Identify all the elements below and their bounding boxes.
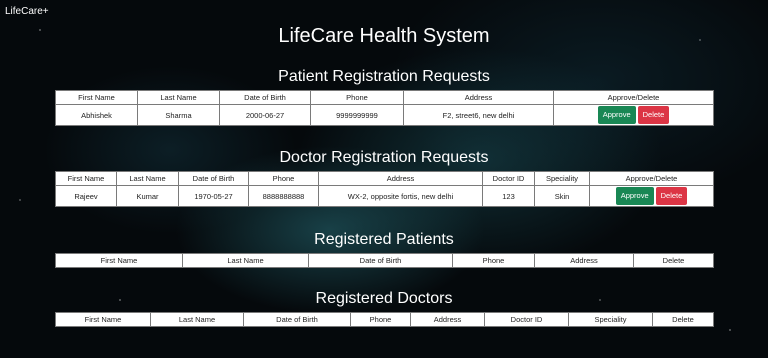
cell-speciality: Skin: [534, 185, 590, 207]
column-header: Date of Birth: [243, 312, 351, 327]
table-header-row: First Name Last Name Date of Birth Phone…: [55, 90, 714, 105]
column-header: Address: [534, 253, 634, 268]
registered-patients-heading: Registered Patients: [314, 231, 454, 248]
column-header: Delete: [652, 312, 714, 327]
approve-button[interactable]: Approve: [615, 187, 654, 205]
column-header: Address: [410, 312, 485, 327]
cell-dob: 2000-06-27: [219, 104, 311, 126]
cell-phone: 8888888888: [248, 185, 319, 207]
column-header: Speciality: [568, 312, 653, 327]
table-row: Abhishek Sharma 2000-06-27 9999999999 F2…: [55, 104, 714, 126]
cell-doctor-id: 123: [482, 185, 535, 207]
cell-address: F2, street6, new delhi: [403, 104, 554, 126]
column-header: Doctor ID: [484, 312, 569, 327]
delete-button[interactable]: Delete: [655, 187, 688, 205]
registered-doctors-table: First Name Last Name Date of Birth Phone…: [55, 312, 714, 327]
delete-button[interactable]: Delete: [637, 106, 670, 124]
column-header: Approve/Delete: [553, 90, 714, 105]
registered-doctors-heading: Registered Doctors: [315, 290, 453, 307]
column-header: Last Name: [182, 253, 309, 268]
column-header: Doctor ID: [482, 171, 535, 186]
cell-first-name: Rajeev: [55, 185, 117, 207]
doctor-requests-heading: Doctor Registration Requests: [279, 149, 489, 166]
column-header: First Name: [55, 171, 117, 186]
column-header: First Name: [55, 253, 183, 268]
doctor-requests-table: First Name Last Name Date of Birth Phone…: [55, 171, 714, 207]
column-header: Delete: [633, 253, 714, 268]
registered-patients-table: First Name Last Name Date of Birth Phone…: [55, 253, 714, 268]
column-header: Last Name: [116, 171, 179, 186]
cell-last-name: Kumar: [116, 185, 179, 207]
cell-dob: 1970-05-27: [178, 185, 249, 207]
column-header: Date of Birth: [219, 90, 311, 105]
cell-phone: 9999999999: [310, 104, 404, 126]
column-header: Speciality: [534, 171, 590, 186]
column-header: Last Name: [150, 312, 244, 327]
column-header: Phone: [452, 253, 535, 268]
cell-address: WX-2, opposite fortis, new delhi: [318, 185, 483, 207]
table-row: Rajeev Kumar 1970-05-27 8888888888 WX-2,…: [55, 185, 714, 207]
column-header: Date of Birth: [308, 253, 453, 268]
column-header: First Name: [55, 90, 138, 105]
column-header: Phone: [350, 312, 411, 327]
column-header: Address: [318, 171, 483, 186]
patient-requests-heading: Patient Registration Requests: [278, 68, 490, 85]
table-header-row: First Name Last Name Date of Birth Phone…: [55, 171, 714, 186]
column-header: Date of Birth: [178, 171, 249, 186]
column-header: Address: [403, 90, 554, 105]
column-header: First Name: [55, 312, 151, 327]
cell-last-name: Sharma: [137, 104, 220, 126]
cell-actions: Approve Delete: [553, 104, 714, 126]
cell-actions: Approve Delete: [589, 185, 714, 207]
column-header: Approve/Delete: [589, 171, 714, 186]
patient-requests-table: First Name Last Name Date of Birth Phone…: [55, 90, 714, 126]
table-header-row: First Name Last Name Date of Birth Phone…: [55, 253, 714, 268]
column-header: Last Name: [137, 90, 220, 105]
column-header: Phone: [248, 171, 319, 186]
column-header: Phone: [310, 90, 404, 105]
cell-first-name: Abhishek: [55, 104, 138, 126]
table-header-row: First Name Last Name Date of Birth Phone…: [55, 312, 714, 327]
approve-button[interactable]: Approve: [597, 106, 636, 124]
brand-logo[interactable]: LifeCare+: [5, 6, 49, 17]
page-title: LifeCare Health System: [278, 25, 490, 47]
